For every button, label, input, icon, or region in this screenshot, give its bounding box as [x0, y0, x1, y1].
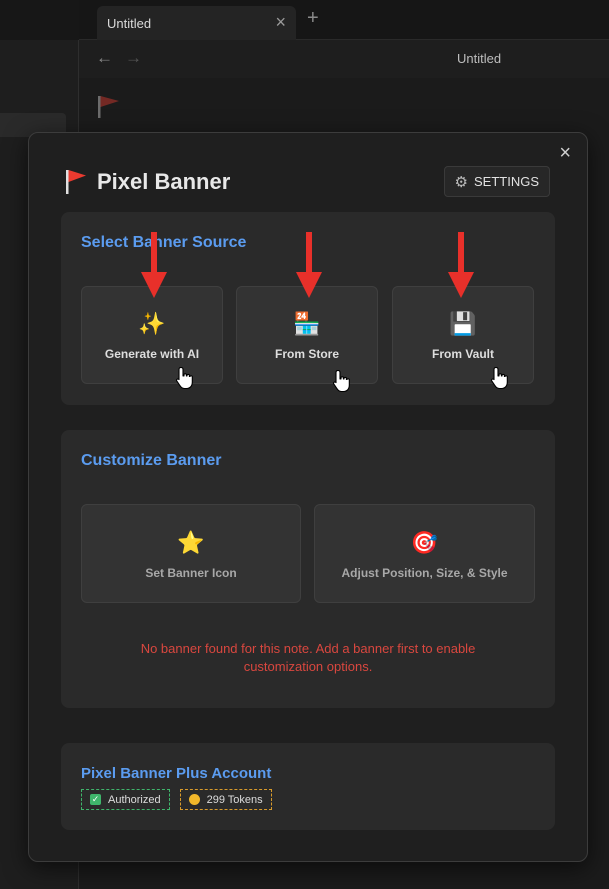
set-banner-icon-button[interactable]: ⭐ Set Banner Icon [81, 504, 301, 603]
sidebar-header [0, 0, 79, 40]
red-arrow-icon [296, 232, 322, 298]
back-arrow-icon[interactable]: ← [96, 48, 113, 68]
card-label: Generate with AI [104, 347, 200, 361]
tab-bar: Untitled × + [79, 0, 609, 40]
tokens-badge: 299 Tokens [179, 789, 272, 810]
hand-cursor-icon [490, 366, 508, 390]
generate-with-ai-button[interactable]: ✨ Generate with AI [81, 286, 223, 384]
tab-untitled[interactable]: Untitled × [97, 6, 296, 40]
modal-title: Pixel Banner [97, 169, 231, 194]
settings-label: SETTINGS [473, 174, 539, 189]
modal-header: Pixel Banner [65, 165, 230, 199]
tokens-label: 299 Tokens [206, 793, 263, 806]
coin-icon [188, 794, 200, 805]
customize-banner-section: Customize Banner ⭐ Set Banner Icon 🎯 Adj… [61, 430, 555, 708]
close-icon[interactable]: × [559, 142, 571, 165]
view-title: Untitled [457, 51, 502, 66]
card-label: Set Banner Icon [145, 565, 237, 580]
red-arrow-icon [141, 232, 167, 298]
hand-cursor-icon [332, 369, 350, 393]
gear-icon: ⚙ [454, 173, 468, 191]
view-header: ← → Untitled [79, 40, 609, 78]
section-title: Pixel Banner Plus Account [81, 765, 272, 782]
card-label: From Store [274, 347, 339, 361]
store-icon: 🏪 [293, 311, 321, 336]
no-banner-warning: No banner found for this note. Add a ban… [140, 641, 476, 674]
account-badges: ✓ Authorized 299 Tokens [81, 789, 282, 810]
flag-icon [66, 170, 86, 194]
tab-close-icon[interactable]: × [275, 12, 286, 33]
card-label: From Vault [431, 347, 494, 361]
hand-cursor-icon [175, 366, 193, 390]
checkmark-icon: ✓ [90, 794, 101, 805]
section-title: Customize Banner [81, 452, 222, 469]
authorized-label: Authorized [108, 793, 161, 806]
from-store-button[interactable]: 🏪 From Store [236, 286, 378, 384]
target-icon: 🎯 [410, 529, 439, 555]
sparkles-icon: ✨ [138, 311, 166, 336]
adjust-position-button[interactable]: 🎯 Adjust Position, Size, & Style [314, 504, 535, 603]
red-arrow-icon [448, 232, 474, 298]
card-label: Adjust Position, Size, & Style [341, 565, 508, 580]
floppy-disk-icon: 💾 [449, 311, 477, 336]
settings-button[interactable]: ⚙ SETTINGS [443, 166, 550, 197]
account-section: Pixel Banner Plus Account ✓ Authorized 2… [61, 743, 555, 830]
forward-arrow-icon[interactable]: → [125, 48, 142, 68]
tab-title: Untitled [107, 16, 152, 31]
star-icon: ⭐ [177, 529, 205, 555]
from-vault-button[interactable]: 💾 From Vault [392, 286, 534, 384]
authorized-badge: ✓ Authorized [81, 789, 170, 810]
flag-icon [98, 96, 119, 118]
new-tab-icon[interactable]: + [307, 7, 319, 30]
